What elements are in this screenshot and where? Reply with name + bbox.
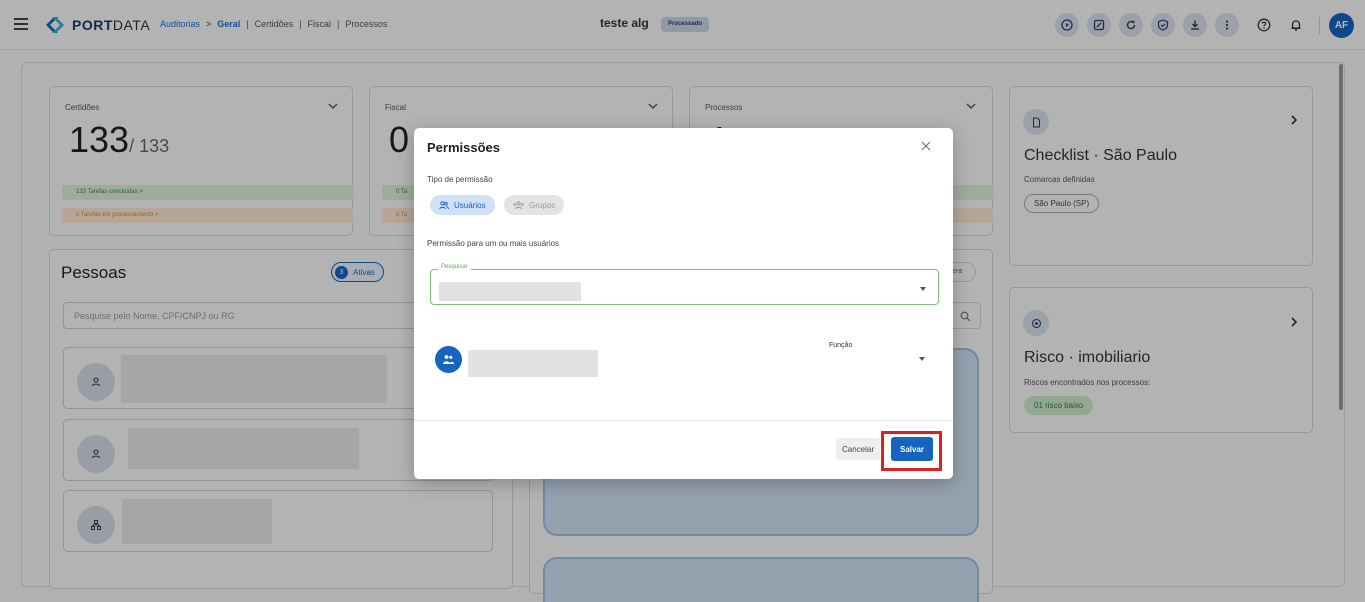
funcao-dropdown-icon[interactable] — [919, 357, 925, 361]
dropdown-arrow-icon[interactable] — [920, 287, 926, 291]
search-field-label: Pesquisar — [438, 264, 471, 270]
dialog-title: Permissões — [427, 140, 500, 155]
usuarios-chip[interactable]: Usuários — [430, 195, 495, 215]
cancel-button[interactable]: Cancelar — [836, 438, 880, 460]
user-group-icon — [435, 346, 462, 373]
redacted-user-name — [468, 350, 598, 377]
close-icon[interactable] — [920, 140, 932, 152]
permission-description: Permissão para um ou mais usuários — [427, 239, 560, 248]
users-icon — [439, 200, 449, 209]
grupos-chip[interactable]: Grupos — [504, 195, 565, 215]
divider — [414, 420, 953, 421]
user-search-input[interactable]: Pesquisar — [430, 264, 939, 305]
grupos-label: Grupos — [529, 200, 556, 210]
save-button[interactable]: Salvar — [891, 437, 933, 461]
redacted-user-value — [439, 282, 581, 301]
usuarios-label: Usuários — [454, 200, 486, 210]
permission-type-label: Tipo de permissão — [427, 175, 493, 184]
funcao-label: Função — [829, 342, 853, 349]
permissions-dialog: Permissões Tipo de permissão Usuários Gr… — [414, 128, 953, 479]
groups-icon — [513, 201, 524, 209]
